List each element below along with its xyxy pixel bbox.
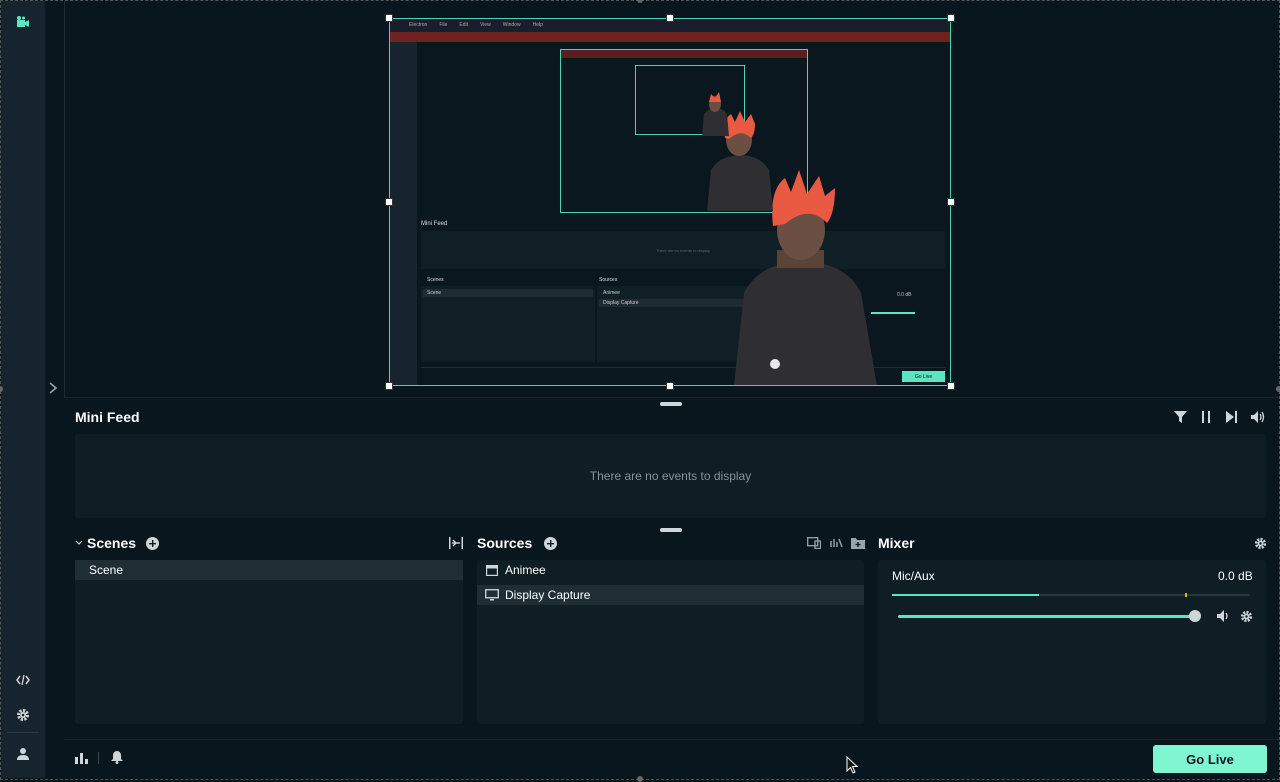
mixer-level-value: 0.0 dB — [1218, 569, 1253, 583]
add-folder-icon[interactable] — [851, 536, 865, 550]
minifeed-empty-message: There are no events to display — [589, 469, 752, 483]
pause-icon[interactable] — [1199, 410, 1213, 424]
source-audio-icon[interactable] — [829, 536, 843, 550]
source-item[interactable]: Display Capture — [477, 585, 864, 605]
editor-divider — [64, 397, 1279, 398]
resize-nub-bottom[interactable] — [637, 776, 643, 782]
source-item[interactable]: Animee — [477, 560, 864, 580]
resize-handle-br[interactable] — [947, 382, 955, 390]
mouse-cursor-icon — [846, 755, 859, 774]
resize-handle-l[interactable] — [385, 198, 393, 206]
scenes-panel: Scene — [75, 560, 463, 724]
user-profile-icon[interactable] — [13, 744, 33, 764]
channel-settings-icon[interactable] — [1239, 609, 1253, 623]
mixer-channel-name: Mic/Aux — [892, 569, 935, 583]
mixer-panel — [878, 560, 1266, 724]
left-nav — [1, 1, 46, 778]
resize-handle-t[interactable] — [666, 14, 674, 22]
expand-sidebar-chevron-icon[interactable] — [47, 381, 59, 395]
mixer-settings-icon[interactable] — [1253, 536, 1267, 550]
add-scene-icon[interactable] — [145, 536, 159, 550]
resize-handle-r[interactable] — [947, 198, 955, 206]
go-live-button[interactable]: Go Live — [1153, 745, 1267, 773]
image-source-icon — [485, 563, 499, 577]
scene-transitions-icon[interactable] — [449, 536, 463, 550]
footer-bar — [64, 739, 1279, 779]
add-source-icon[interactable] — [543, 536, 557, 550]
mixer-title: Mixer — [878, 535, 915, 551]
mute-speaker-icon[interactable] — [1217, 609, 1231, 623]
volume-icon[interactable] — [1251, 410, 1265, 424]
editor-edge — [64, 1, 65, 397]
sources-title: Sources — [477, 535, 533, 551]
skip-icon[interactable] — [1225, 410, 1239, 424]
scenes-collapse-chevron-icon[interactable] — [74, 536, 84, 550]
stats-chart-icon[interactable] — [74, 751, 88, 765]
resize-handle-b[interactable] — [666, 382, 674, 390]
source-display-icon[interactable] — [807, 536, 821, 550]
minifeed-title: Mini Feed — [75, 409, 140, 425]
scene-item[interactable]: Scene — [75, 560, 463, 580]
volume-slider-knob[interactable] — [1189, 610, 1201, 622]
resize-handle-tr[interactable] — [947, 14, 955, 22]
sources-panel: Animee Display Capture — [477, 560, 864, 724]
nav-divider — [7, 732, 39, 733]
volume-meter-fill — [892, 594, 1039, 596]
volume-slider[interactable] — [898, 615, 1196, 618]
code-icon[interactable] — [13, 670, 33, 690]
notifications-bell-icon[interactable] — [110, 750, 124, 764]
dock-resize-grip[interactable] — [660, 528, 682, 532]
resize-handle-bl[interactable] — [385, 382, 393, 390]
monitor-icon — [485, 588, 499, 602]
settings-gear-icon[interactable] — [13, 705, 33, 725]
resize-nub-right[interactable] — [1276, 386, 1280, 392]
resize-handle-tl[interactable] — [385, 14, 393, 22]
scenes-title: Scenes — [87, 535, 137, 551]
studio-camera-icon[interactable] — [13, 12, 33, 32]
footer-divider — [98, 752, 99, 764]
selection-border — [389, 18, 951, 386]
minifeed-events-box: There are no events to display — [75, 434, 1266, 518]
minifeed-resize-grip[interactable] — [660, 402, 682, 406]
volume-meter-peak — [1185, 593, 1187, 597]
filter-icon[interactable] — [1173, 410, 1187, 424]
